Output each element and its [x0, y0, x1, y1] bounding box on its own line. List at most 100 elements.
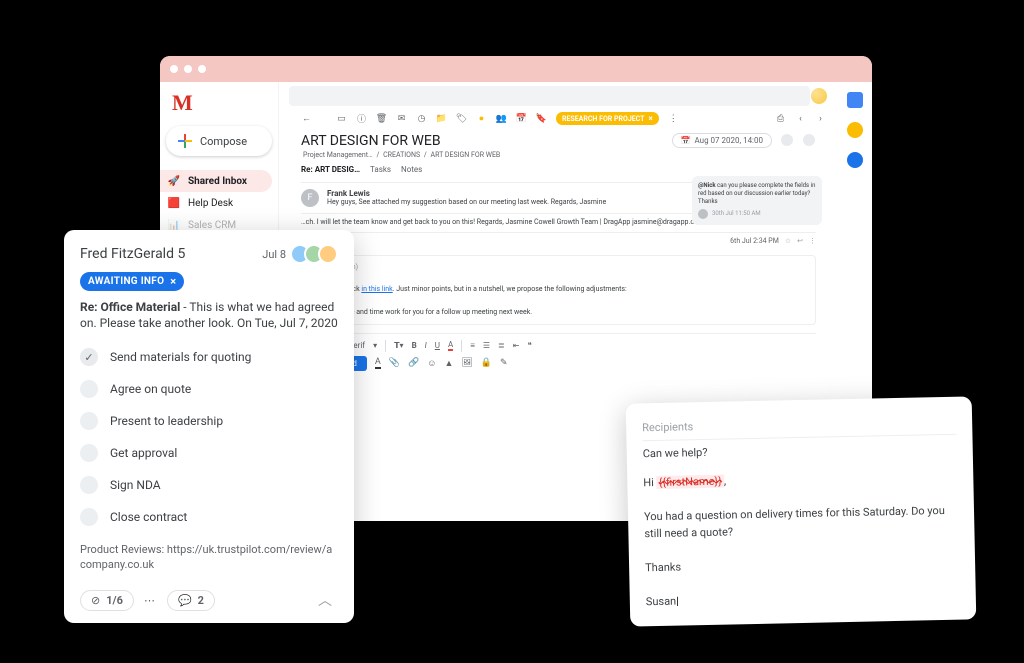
subtask-label: Agree on quote [110, 382, 191, 396]
print-icon[interactable]: ⎙ [775, 113, 786, 124]
label-icon[interactable]: 🏷 [456, 113, 467, 124]
task-more-icon[interactable]: ⋯ [144, 594, 157, 607]
account-avatar[interactable] [810, 87, 828, 105]
drive-icon[interactable]: ▲ [444, 358, 453, 369]
sidebar-item-shared-inbox[interactable]: 🚀 Shared Inbox [160, 170, 272, 192]
subtask-label: Send materials for quoting [110, 350, 251, 364]
reply-editor-body[interactable]: .com) …back in this link. Just minor poi… [329, 255, 816, 325]
format-icon[interactable]: A [375, 357, 381, 369]
task-assignees[interactable] [296, 244, 338, 264]
confidential-icon[interactable]: 🔒 [481, 358, 492, 368]
comments-pill[interactable]: 💬 2 [167, 590, 215, 611]
font-size-icon[interactable]: 𝗧▾ [394, 341, 403, 350]
align-icon[interactable]: ≡ [470, 341, 475, 350]
tab-conversation[interactable]: Re: ART DESIG… [301, 165, 360, 178]
subtask-row[interactable]: Present to leadership [80, 405, 338, 437]
compose-card[interactable]: Recipients Can we help? Hi {{firstName}}… [626, 396, 977, 627]
subtask-checkbox[interactable] [80, 444, 98, 462]
sidebar-item-label: Help Desk [188, 198, 233, 209]
delete-icon[interactable]: 🗑 [376, 113, 387, 124]
subtask-row[interactable]: ✓ Send materials for quoting [80, 341, 338, 373]
calendar-addon-icon[interactable] [847, 92, 863, 108]
italic-icon[interactable]: I [425, 341, 427, 350]
remove-label-icon[interactable]: × [649, 114, 653, 123]
label-chip-research[interactable]: RESEARCH FOR PROJECT× [556, 112, 659, 125]
traffic-light-dot[interactable] [184, 65, 192, 73]
subtask-list: ✓ Send materials for quoting Agree on quot… [80, 341, 338, 533]
subtask-checkbox[interactable]: ✓ [80, 348, 98, 366]
assignee-avatar[interactable] [802, 133, 816, 147]
more-icon[interactable]: ⋮ [668, 113, 679, 124]
inline-comment[interactable]: @Nick can you please complete the fields… [692, 176, 822, 225]
message-preview: Hey guys, See attached my suggestion bas… [327, 198, 606, 206]
subtask-row[interactable]: Sign NDA [80, 469, 338, 501]
traffic-light-dot[interactable] [198, 65, 206, 73]
drag-assign-icon[interactable]: 👥 [496, 113, 507, 124]
star-icon[interactable]: ☆ [785, 237, 791, 245]
thread-message[interactable]: 6th Jul 2:34 PM ☆ ↩ ⋮ [301, 232, 816, 245]
link-icon[interactable]: 🔗 [408, 358, 419, 368]
checklist-icon: ⊘ [91, 594, 100, 607]
compose-label: Compose [200, 135, 247, 148]
move-icon[interactable]: 📁 [436, 113, 447, 124]
keep-addon-icon[interactable] [847, 122, 863, 138]
inline-link[interactable]: in this link [361, 285, 392, 293]
drag-tag-icon[interactable]: 🔖 [536, 113, 547, 124]
message-date: 6th Jul 2:34 PM [730, 237, 779, 245]
indent-icon[interactable]: ⇤ [513, 341, 520, 350]
assignee-avatar[interactable] [780, 133, 794, 147]
reply-icon[interactable]: ↩ [797, 237, 803, 245]
quote-icon[interactable]: ❝ [527, 341, 531, 350]
remove-status-icon[interactable]: × [170, 275, 176, 288]
emoji-icon[interactable]: ☺ [427, 358, 436, 369]
sidebar-item-help-desk[interactable]: 🟥 Help Desk [160, 192, 272, 214]
due-date-chip[interactable]: 📅 Aug 07 2020, 14:00 [672, 133, 772, 148]
compose-action-bar: Send A 📎 🔗 ☺ ▲ 🖼 🔒 ✎ [329, 354, 816, 377]
task-card-title: Fred FitzGerald 5 [80, 246, 185, 262]
subtask-label: Present to leadership [110, 414, 223, 428]
search-input[interactable] [289, 86, 810, 106]
subtask-row[interactable]: Agree on quote [80, 373, 338, 405]
compose-body[interactable]: Hi {{firstName}}, You had a question on … [643, 460, 960, 611]
subtask-checkbox[interactable] [80, 476, 98, 494]
prev-icon[interactable]: ‹ [795, 113, 806, 124]
archive-icon[interactable]: ▭ [336, 113, 347, 124]
spam-icon[interactable]: ⓘ [356, 113, 367, 124]
breadcrumb[interactable]: Project Management… / CREATIONS / ART DE… [301, 151, 664, 159]
image-icon[interactable]: 🖼 [461, 358, 472, 368]
snooze-icon[interactable]: ◷ [416, 113, 427, 124]
attach-icon[interactable]: 📎 [389, 358, 400, 368]
signature-icon[interactable]: ✎ [500, 358, 508, 368]
next-icon[interactable]: › [815, 113, 826, 124]
compose-button[interactable]: Compose [166, 126, 272, 156]
status-chip[interactable]: AWAITING INFO × [80, 272, 184, 291]
subtask-checkbox[interactable] [80, 380, 98, 398]
drag-people-icon[interactable]: ● [476, 113, 487, 124]
drag-date-icon[interactable]: 📅 [516, 113, 527, 124]
underline-icon[interactable]: U [435, 341, 440, 350]
task-card[interactable]: Fred FitzGerald 5 Jul 8 AWAITING INFO × … [64, 230, 354, 623]
subtask-checkbox[interactable] [80, 508, 98, 526]
square-icon: 🟥 [168, 197, 180, 209]
plus-icon [178, 134, 192, 148]
back-icon[interactable]: ← [301, 113, 312, 124]
subtask-label: Get approval [110, 446, 177, 460]
comment-icon: 💬 [178, 594, 192, 607]
tab-notes[interactable]: Notes [401, 165, 422, 178]
text-color-icon[interactable]: A [448, 340, 453, 351]
more-icon[interactable]: ⋮ [809, 237, 816, 245]
collapse-icon[interactable]: ︿ [312, 587, 338, 613]
subtask-progress-pill[interactable]: ⊘ 1/6 [80, 590, 134, 611]
list-bullet-icon[interactable]: ☰ [483, 341, 490, 350]
traffic-light-dot[interactable] [170, 65, 178, 73]
mark-unread-icon[interactable]: ✉ [396, 113, 407, 124]
tasks-addon-icon[interactable] [847, 152, 863, 168]
subtask-row[interactable]: Close contract [80, 501, 338, 533]
subtask-checkbox[interactable] [80, 412, 98, 430]
list-number-icon[interactable]: ≣ [498, 341, 505, 350]
task-subject: Re: Office Material - This is what we ha… [80, 299, 338, 331]
sidebar-item-label: Shared Inbox [188, 176, 247, 187]
bold-icon[interactable]: B [412, 341, 417, 350]
tab-tasks[interactable]: Tasks [370, 165, 391, 178]
subtask-row[interactable]: Get approval [80, 437, 338, 469]
